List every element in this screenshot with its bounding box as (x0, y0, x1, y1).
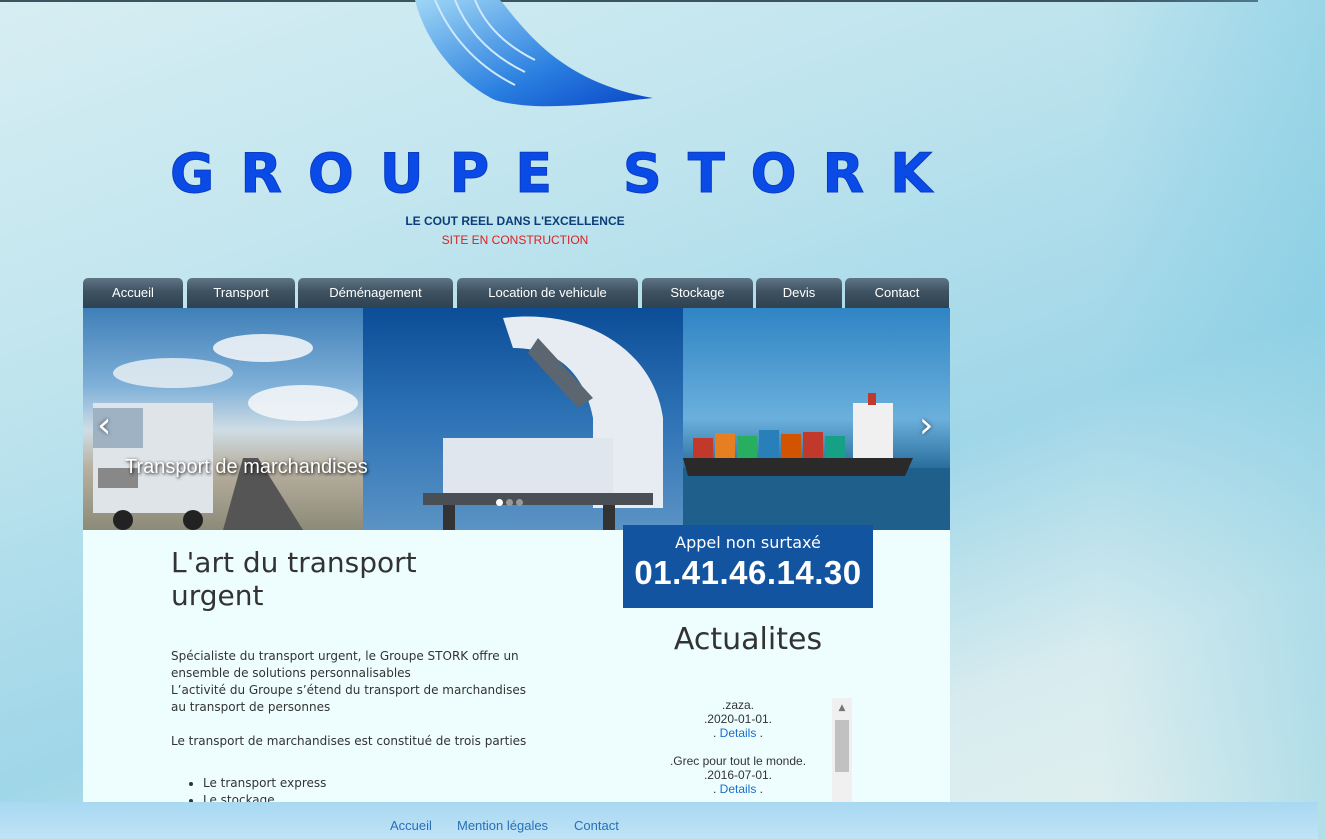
nav-devis[interactable]: Devis (756, 278, 842, 308)
nav-location-vehicule[interactable]: Location de vehicule (457, 278, 638, 308)
nav-contact[interactable]: Contact (845, 278, 949, 308)
footer-link-mentions-legales[interactable]: Mention légales (457, 818, 548, 833)
scroll-up-icon[interactable]: ▲ (832, 698, 852, 718)
nav-accueil[interactable]: Accueil (83, 278, 183, 308)
scrollbar-thumb[interactable] (835, 720, 849, 772)
call-label: Appel non surtaxé (675, 533, 821, 552)
news-title: Actualites (673, 622, 823, 657)
nav-stockage[interactable]: Stockage (642, 278, 753, 308)
slide-image-container-ship (683, 308, 950, 530)
slider-dot-3[interactable] (516, 499, 523, 506)
news-item-link-wrapper: . Details . (712, 726, 764, 740)
news-item-link-wrapper: . Details . (712, 782, 764, 796)
news-spacer (640, 740, 836, 754)
slider-dot-1[interactable] (496, 499, 503, 506)
slider-pagination (496, 491, 526, 510)
slide-image-truck (83, 308, 363, 530)
list-item: Le transport express (203, 775, 326, 792)
nav-demenagement[interactable]: Déménagement (298, 278, 453, 308)
news-scrollbar[interactable]: ▲ (832, 698, 852, 802)
news-details-link[interactable]: Details (720, 726, 757, 740)
news-item-title: .zaza. (721, 698, 754, 712)
image-slider[interactable]: Transport de marchandises ‹ › (83, 308, 950, 530)
news-list: .zaza. .2020-01-01. . Details . .Grec po… (640, 698, 836, 796)
phone-number[interactable]: 01.41.46.14.30 (623, 554, 873, 592)
page-title: L'art du transport urgent (171, 546, 417, 612)
footer: Accueil Mention légales Contact (0, 802, 1318, 839)
news-item-date: .2016-07-01. (703, 768, 773, 782)
brand-tagline: LE COUT REEL DANS L'EXCELLENCE (405, 214, 625, 228)
intro-paragraph-1: Spécialiste du transport urgent, le Grou… (171, 649, 519, 680)
footer-link-accueil[interactable]: Accueil (390, 818, 432, 833)
call-box[interactable]: Appel non surtaxé 01.41.46.14.30 (623, 525, 873, 608)
news-panel[interactable]: .zaza. .2020-01-01. . Details . .Grec po… (640, 698, 852, 802)
stork-wing-logo (415, 0, 653, 107)
slider-dot-2[interactable] (506, 499, 513, 506)
intro-paragraph-2: L’activité du Groupe s’étend du transpor… (171, 683, 526, 714)
background-glow (1100, 0, 1325, 839)
brand-wordmark: Groupe Stork (170, 142, 958, 206)
nav-transport[interactable]: Transport (187, 278, 295, 308)
slide-caption: Transport de marchandises (125, 456, 368, 478)
slider-next-arrow-icon[interactable]: › (919, 408, 933, 444)
footer-link-contact[interactable]: Contact (574, 818, 619, 833)
slider-prev-arrow-icon[interactable]: ‹ (97, 408, 111, 444)
intro-paragraph-3: Le transport de marchandises est constit… (171, 734, 527, 748)
news-item-title: .Grec pour tout le monde. (669, 754, 807, 768)
news-item-date: .2020-01-01. (703, 712, 773, 726)
construction-notice: SITE EN CONSTRUCTION (441, 233, 589, 247)
news-details-link[interactable]: Details (720, 782, 757, 796)
